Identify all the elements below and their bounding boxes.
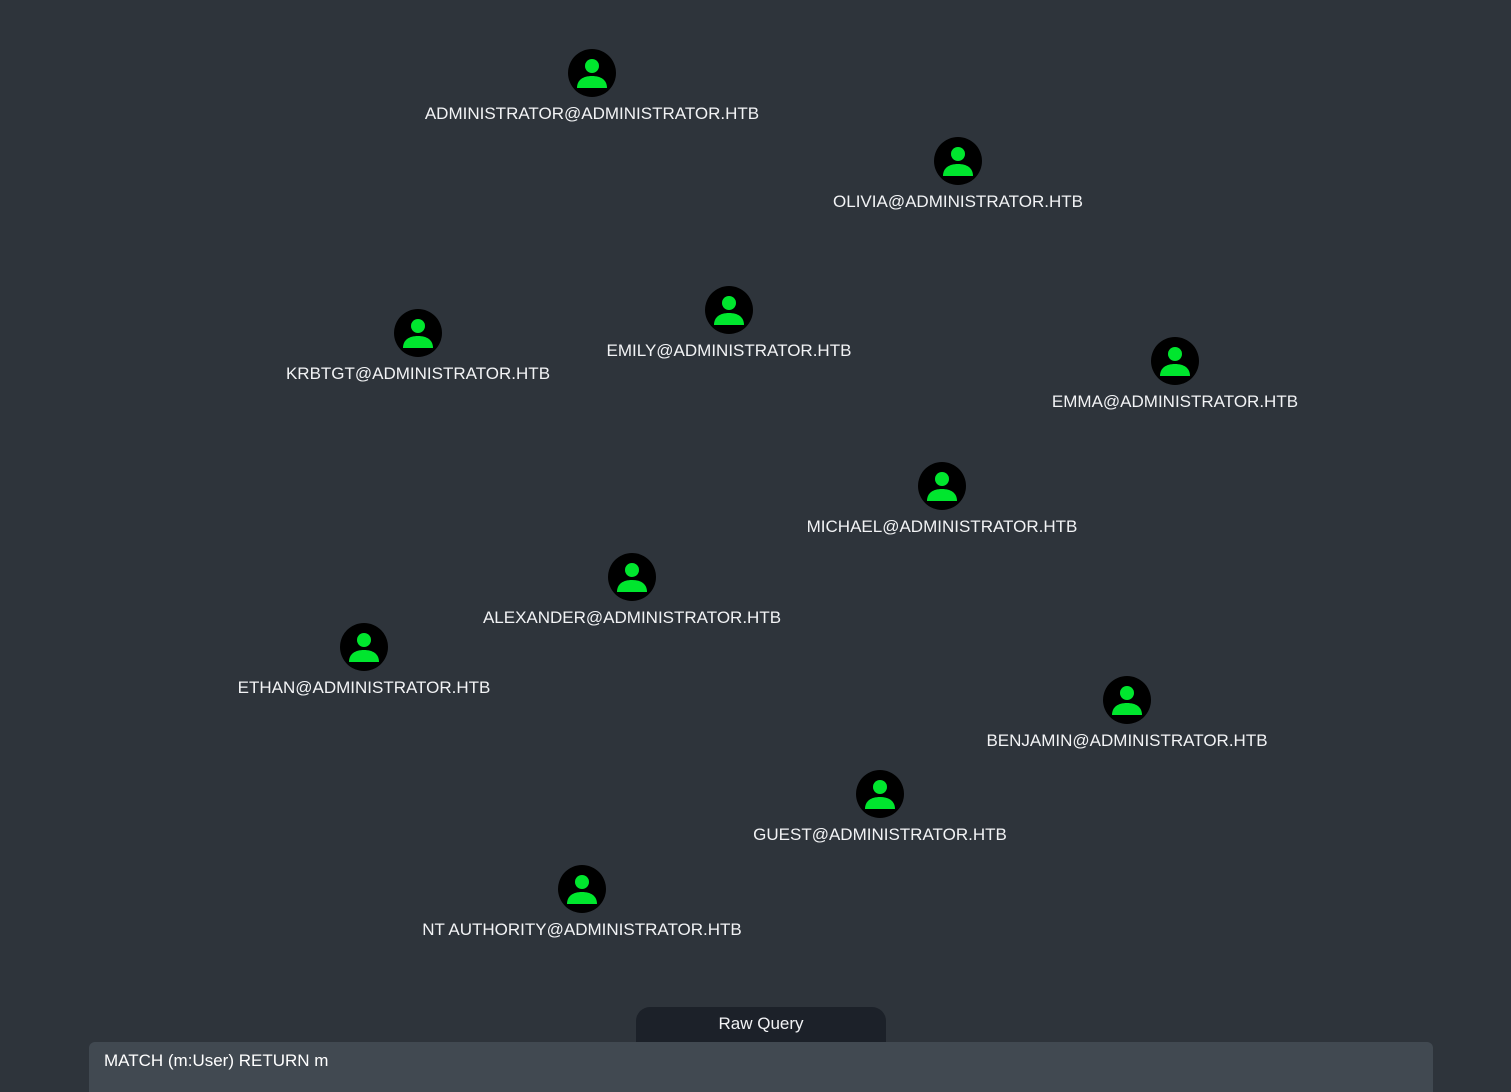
- node-label: EMMA@ADMINISTRATOR.HTB: [1051, 392, 1299, 411]
- user-icon: [1151, 337, 1199, 385]
- user-icon: [856, 770, 904, 818]
- user-icon: [558, 865, 606, 913]
- user-icon: [1103, 676, 1151, 724]
- user-icon: [340, 623, 388, 671]
- node-label: ALEXANDER@ADMINISTRATOR.HTB: [482, 608, 782, 627]
- raw-query-bar[interactable]: MATCH (m:User) RETURN m: [89, 1042, 1433, 1092]
- node-label: MICHAEL@ADMINISTRATOR.HTB: [806, 517, 1078, 536]
- graph-canvas[interactable]: ADMINISTRATOR@ADMINISTRATOR.HTB OLIVIA@A…: [0, 0, 1511, 1000]
- node-label: NT AUTHORITY@ADMINISTRATOR.HTB: [422, 920, 742, 939]
- user-icon: [608, 553, 656, 601]
- user-icon: [394, 309, 442, 357]
- raw-query-tab[interactable]: Raw Query: [636, 1007, 886, 1043]
- user-icon: [705, 286, 753, 334]
- user-icon: [934, 137, 982, 185]
- node-label: ADMINISTRATOR@ADMINISTRATOR.HTB: [424, 104, 760, 123]
- node-label: OLIVIA@ADMINISTRATOR.HTB: [833, 192, 1083, 211]
- user-icon: [568, 49, 616, 97]
- node-label: EMILY@ADMINISTRATOR.HTB: [606, 341, 852, 360]
- raw-query-input[interactable]: MATCH (m:User) RETURN m: [104, 1042, 328, 1080]
- user-icon: [918, 462, 966, 510]
- node-label: BENJAMIN@ADMINISTRATOR.HTB: [986, 731, 1268, 750]
- node-label: ETHAN@ADMINISTRATOR.HTB: [237, 678, 491, 697]
- node-label: GUEST@ADMINISTRATOR.HTB: [753, 825, 1007, 844]
- node-label: KRBTGT@ADMINISTRATOR.HTB: [285, 364, 551, 383]
